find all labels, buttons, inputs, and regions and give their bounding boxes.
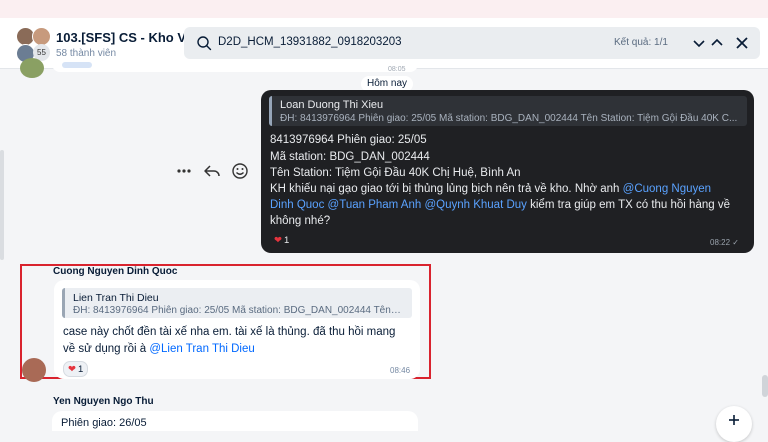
more-horizontal-icon[interactable] [173,160,195,182]
sender-name[interactable]: Cuong Nguyen Dinh Quoc [53,266,177,277]
quoted-message[interactable]: Loan Duong Thi Xieu ĐH: 8413976964 Phiên… [269,96,747,126]
message-line: 8413976964 Phiên giao: 25/05 [270,134,427,146]
reaction-badge[interactable]: ❤ 1 [63,361,89,377]
reaction-badge[interactable]: ❤ 1 [270,233,293,247]
message-text: Phiên giao: 26/05 [61,417,147,429]
reaction-count: 1 [77,363,84,375]
message-line: không nhé? [270,215,331,227]
group-name[interactable]: 103.[SFS] CS - Kho Vận [56,30,201,45]
my-message-bubble[interactable]: Loan Duong Thi Xieu ĐH: 8413976964 Phiên… [261,90,754,253]
smile-icon[interactable] [229,160,251,182]
scrollbar[interactable] [0,150,4,260]
scroll-down-button[interactable] [716,406,752,442]
quote-author: Lien Tran Thi Dieu [73,292,159,304]
search-result-count: Kết quả: 1/1 [614,37,668,48]
mention-link[interactable]: @Quynh Khuat Duy [424,199,526,211]
mention-link[interactable]: Dinh Quoc [270,199,324,211]
mention-link[interactable]: @Cuong Nguyen [623,183,711,195]
message-line: Tên Station: Tiệm Gội Đầu 40K Chị Huệ, B… [270,167,521,179]
highlighted-message-frame: Cuong Nguyen Dinh Quoc Lien Tran Thi Die… [20,264,431,382]
their-message-bubble[interactable]: Lien Tran Thi Dieu ĐH: 8413976964 Phiên … [54,280,420,379]
quote-text: ĐH: 8413976964 Phiên giao: 25/05 Mã stat… [73,305,403,316]
message-time: 08:22 ✓ [710,238,739,247]
message-line: KH khiếu nại gạo giao tới bị thủng lủng … [270,183,711,195]
reaction-count: 1 [283,234,290,246]
message-line: Mã station: BDG_DAN_002444 [270,151,430,163]
heart-icon: ❤ [68,363,76,375]
close-icon[interactable] [732,33,752,53]
sender-name[interactable]: Yen Nguyen Ngo Thu [53,396,154,407]
heart-icon: ❤ [274,234,282,246]
previous-reaction [62,62,92,68]
message-line: về sử dụng rồi à @Lien Tran Thi Dieu [63,343,255,355]
search-icon [197,36,212,51]
message-text: về sử dụng rồi à [63,343,150,355]
sender-avatar[interactable] [20,58,44,78]
plus-icon [729,415,739,425]
reply-icon[interactable] [201,160,223,182]
their-message-bubble[interactable]: Phiên giao: 26/05 [52,411,418,431]
sender-avatar[interactable] [22,358,46,382]
scrollbar-thumb[interactable] [762,375,768,397]
quote-author: Loan Duong Thi Xieu [280,99,384,111]
quote-text: ĐH: 8413976964 Phiên giao: 25/05 Mã stat… [280,113,738,124]
quoted-message[interactable]: Lien Tran Thi Dieu ĐH: 8413976964 Phiên … [62,288,412,318]
message-text: kiểm tra giúp em TX có thu hồi hàng về [526,199,730,211]
search-input[interactable]: D2D_HCM_13931882_0918203203 [218,36,402,48]
message-text: KH khiếu nại gạo giao tới bị thủng lủng … [270,183,623,195]
search-bar[interactable]: D2D_HCM_13931882_0918203203 Kết quả: 1/1 [184,27,760,59]
message-line: Dinh Quoc @Tuan Pham Anh @Quynh Khuat Du… [270,199,730,211]
chevron-down-icon[interactable] [689,33,709,53]
sent-check-icon: ✓ [732,238,739,247]
previous-message [52,60,418,72]
chevron-up-icon[interactable] [707,33,727,53]
mention-link[interactable]: @Lien Tran Thi Dieu [149,343,254,355]
group-avatar[interactable]: 55 [16,27,51,63]
mention-link[interactable]: @Tuan Pham Anh [328,199,422,211]
window-top-strip [0,0,768,18]
previous-message-time: 08:05 [388,66,406,73]
group-member-count[interactable]: 58 thành viên [56,48,116,59]
message-line: case này chốt đền tài xế nha em. tài xế … [63,326,396,338]
message-time: 08:46 [390,366,411,375]
